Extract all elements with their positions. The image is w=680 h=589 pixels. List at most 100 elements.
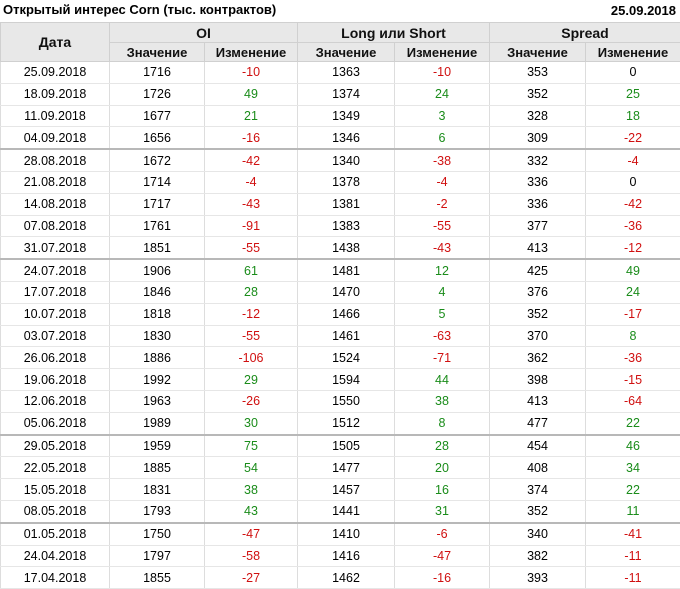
date-cell: 08.05.2018 xyxy=(1,500,110,522)
group-header-spread: Spread xyxy=(490,23,680,43)
date-cell: 03.07.2018 xyxy=(1,325,110,347)
table-row: 29.05.201819597515052845446 xyxy=(1,435,680,457)
column-header-date[interactable]: Дата xyxy=(1,23,110,62)
spread-change-cell: -41 xyxy=(586,523,680,545)
oi-change-cell: 75 xyxy=(205,435,298,457)
ls-value-cell: 1381 xyxy=(298,193,395,215)
date-cell: 24.04.2018 xyxy=(1,545,110,567)
ls-change-cell: 24 xyxy=(395,83,490,105)
ls-change-cell: 28 xyxy=(395,435,490,457)
spread-value-cell: 477 xyxy=(490,412,586,434)
oi-change-cell: 29 xyxy=(205,369,298,391)
spread-value-cell: 393 xyxy=(490,567,586,589)
table-row: 01.05.20181750-471410-6340-41 xyxy=(1,523,680,545)
spread-value-cell: 425 xyxy=(490,259,586,281)
spread-change-cell: -12 xyxy=(586,237,680,259)
table-row: 05.06.20181989301512847722 xyxy=(1,412,680,434)
spread-change-cell: -64 xyxy=(586,390,680,412)
oi-change-cell: -4 xyxy=(205,171,298,193)
spread-value-cell: 352 xyxy=(490,500,586,522)
column-header-ls-value[interactable]: Значение xyxy=(298,43,395,62)
table-row: 24.04.20181797-581416-47382-11 xyxy=(1,545,680,567)
oi-value-cell: 1831 xyxy=(110,479,205,501)
date-cell: 07.08.2018 xyxy=(1,215,110,237)
ls-change-cell: -16 xyxy=(395,567,490,589)
table-row: 14.08.20181717-431381-2336-42 xyxy=(1,193,680,215)
spread-change-cell: 25 xyxy=(586,83,680,105)
oi-value-cell: 1851 xyxy=(110,237,205,259)
oi-value-cell: 1963 xyxy=(110,390,205,412)
spread-change-cell: 22 xyxy=(586,412,680,434)
oi-change-cell: -16 xyxy=(205,127,298,149)
spread-change-cell: -36 xyxy=(586,215,680,237)
open-interest-table: Дата OI Long или Short Spread Значение И… xyxy=(0,22,680,589)
oi-change-cell: 49 xyxy=(205,83,298,105)
date-cell: 25.09.2018 xyxy=(1,62,110,84)
oi-value-cell: 1992 xyxy=(110,369,205,391)
ls-value-cell: 1349 xyxy=(298,105,395,127)
spread-value-cell: 370 xyxy=(490,325,586,347)
column-header-ls-change[interactable]: Изменение xyxy=(395,43,490,62)
oi-value-cell: 1677 xyxy=(110,105,205,127)
oi-value-cell: 1818 xyxy=(110,303,205,325)
ls-value-cell: 1550 xyxy=(298,390,395,412)
date-cell: 21.08.2018 xyxy=(1,171,110,193)
spread-value-cell: 352 xyxy=(490,83,586,105)
column-header-oi-change[interactable]: Изменение xyxy=(205,43,298,62)
spread-change-cell: 18 xyxy=(586,105,680,127)
oi-change-cell: -47 xyxy=(205,523,298,545)
ls-value-cell: 1416 xyxy=(298,545,395,567)
column-header-spread-change[interactable]: Изменение xyxy=(586,43,680,62)
ls-value-cell: 1461 xyxy=(298,325,395,347)
column-header-spread-value[interactable]: Значение xyxy=(490,43,586,62)
spread-change-cell: 49 xyxy=(586,259,680,281)
oi-change-cell: 30 xyxy=(205,412,298,434)
oi-change-cell: 61 xyxy=(205,259,298,281)
ls-change-cell: -4 xyxy=(395,171,490,193)
spread-change-cell: 34 xyxy=(586,457,680,479)
date-cell: 19.06.2018 xyxy=(1,369,110,391)
ls-change-cell: -63 xyxy=(395,325,490,347)
column-header-oi-value[interactable]: Значение xyxy=(110,43,205,62)
spread-change-cell: 8 xyxy=(586,325,680,347)
date-cell: 22.05.2018 xyxy=(1,457,110,479)
spread-change-cell: -11 xyxy=(586,567,680,589)
table-row: 07.08.20181761-911383-55377-36 xyxy=(1,215,680,237)
ls-value-cell: 1524 xyxy=(298,347,395,369)
spread-change-cell: 24 xyxy=(586,281,680,303)
oi-value-cell: 1886 xyxy=(110,347,205,369)
date-cell: 10.07.2018 xyxy=(1,303,110,325)
date-cell: 11.09.2018 xyxy=(1,105,110,127)
spread-value-cell: 352 xyxy=(490,303,586,325)
ls-value-cell: 1470 xyxy=(298,281,395,303)
ls-value-cell: 1512 xyxy=(298,412,395,434)
oi-value-cell: 1793 xyxy=(110,500,205,522)
date-cell: 28.08.2018 xyxy=(1,149,110,171)
ls-change-cell: 31 xyxy=(395,500,490,522)
oi-change-cell: 54 xyxy=(205,457,298,479)
oi-change-cell: 43 xyxy=(205,500,298,522)
ls-change-cell: -47 xyxy=(395,545,490,567)
date-cell: 14.08.2018 xyxy=(1,193,110,215)
ls-value-cell: 1438 xyxy=(298,237,395,259)
ls-change-cell: -55 xyxy=(395,215,490,237)
ls-value-cell: 1374 xyxy=(298,83,395,105)
table-row: 22.05.201818855414772040834 xyxy=(1,457,680,479)
date-cell: 29.05.2018 xyxy=(1,435,110,457)
oi-value-cell: 1714 xyxy=(110,171,205,193)
oi-change-cell: -27 xyxy=(205,567,298,589)
ls-value-cell: 1462 xyxy=(298,567,395,589)
spread-change-cell: 0 xyxy=(586,171,680,193)
ls-change-cell: 12 xyxy=(395,259,490,281)
ls-change-cell: 20 xyxy=(395,457,490,479)
oi-change-cell: -91 xyxy=(205,215,298,237)
date-cell: 05.06.2018 xyxy=(1,412,110,434)
spread-value-cell: 332 xyxy=(490,149,586,171)
oi-value-cell: 1672 xyxy=(110,149,205,171)
oi-value-cell: 1726 xyxy=(110,83,205,105)
oi-change-cell: -58 xyxy=(205,545,298,567)
ls-value-cell: 1363 xyxy=(298,62,395,84)
page-title: Открытый интерес Corn (тыс. контрактов) xyxy=(3,2,276,17)
table-row: 08.05.201817934314413135211 xyxy=(1,500,680,522)
oi-change-cell: -106 xyxy=(205,347,298,369)
